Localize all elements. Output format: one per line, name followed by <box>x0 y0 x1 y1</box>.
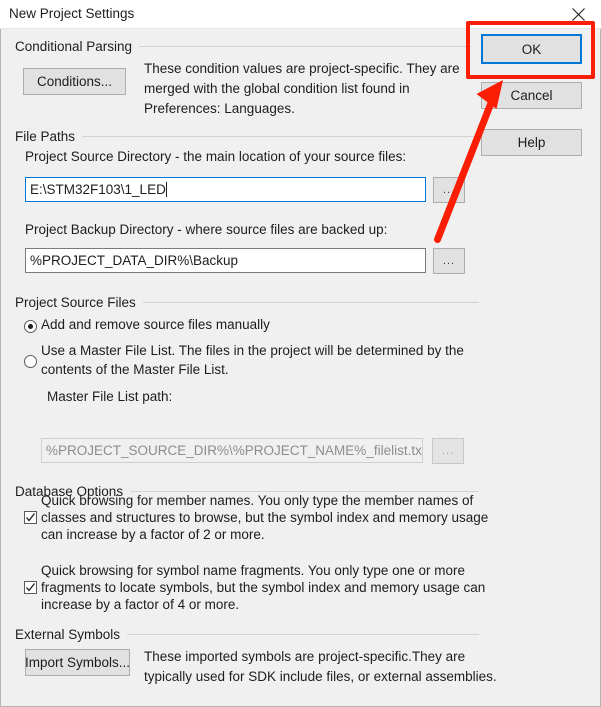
conditions-button[interactable]: Conditions... <box>23 68 126 95</box>
checkbox-name-fragments-line2: fragments to locate symbols, but the sym… <box>41 580 486 595</box>
project-backup-directory-value: %PROJECT_DATA_DIR%\Backup <box>30 253 239 268</box>
help-button[interactable]: Help <box>481 129 582 156</box>
group-external-symbols: External Symbols <box>15 626 479 642</box>
group-title-file-paths: File Paths <box>15 128 76 144</box>
conditional-parsing-description-line1: These condition values are project-speci… <box>144 61 460 76</box>
ok-button[interactable]: OK <box>481 34 582 64</box>
close-icon[interactable] <box>556 0 601 28</box>
radio-use-master-file-list-label-line1: Use a Master File List. The files in the… <box>41 343 464 358</box>
radio-add-remove-manually-label: Add and remove source files manually <box>41 317 270 332</box>
checkbox-member-names-line1: Quick browsing for member names. You onl… <box>41 493 474 508</box>
checkbox-member-names-line3: can increase by a factor of 2 or more. <box>41 527 265 542</box>
title-bar: New Project Settings <box>0 0 601 29</box>
group-rule <box>130 490 479 492</box>
window-title: New Project Settings <box>9 6 135 21</box>
conditional-parsing-description-line3: Preferences: Languages. <box>144 101 295 116</box>
new-project-settings-dialog: New Project Settings OK Cancel Help Cond… <box>0 0 601 707</box>
group-rule <box>139 45 471 47</box>
group-rule <box>82 135 479 137</box>
group-project-source-files: Project Source Files <box>15 294 479 310</box>
text-caret <box>165 182 167 197</box>
project-source-directory-label: Project Source Directory - the main loca… <box>25 149 407 164</box>
group-rule <box>142 301 479 303</box>
radio-use-master-file-list[interactable] <box>24 355 37 368</box>
external-symbols-description-line1: These imported symbols are project-speci… <box>144 649 466 664</box>
dialog-body: OK Cancel Help Conditional Parsing Condi… <box>0 29 601 707</box>
project-source-directory-input[interactable]: E:\STM32F103\1_LED <box>25 177 426 202</box>
project-source-directory-browse-button[interactable]: ... <box>433 177 465 203</box>
checkbox-name-fragments-line3: increase by a factor of 4 or more. <box>41 597 240 612</box>
project-source-directory-value: E:\STM32F103\1_LED <box>30 182 166 197</box>
radio-add-remove-manually[interactable] <box>24 320 37 333</box>
checkbox-name-fragments-line1: Quick browsing for symbol name fragments… <box>41 563 465 578</box>
group-title-external-symbols: External Symbols <box>15 626 121 642</box>
project-backup-directory-label: Project Backup Directory - where source … <box>25 222 388 237</box>
conditional-parsing-description-line2: merged with the global condition list fo… <box>144 81 410 96</box>
cancel-button[interactable]: Cancel <box>481 82 582 109</box>
master-file-list-path-input[interactable]: %PROJECT_SOURCE_DIR%\%PROJECT_NAME%_file… <box>41 438 423 463</box>
master-file-list-path-label: Master File List path: <box>47 389 173 404</box>
group-title-project-source-files: Project Source Files <box>15 294 136 310</box>
import-symbols-button[interactable]: Import Symbols... <box>25 649 130 676</box>
master-file-list-path-value: %PROJECT_SOURCE_DIR%\%PROJECT_NAME%_file… <box>46 443 423 458</box>
project-backup-directory-browse-button[interactable]: ... <box>433 248 465 274</box>
project-backup-directory-input[interactable]: %PROJECT_DATA_DIR%\Backup <box>25 248 426 273</box>
radio-use-master-file-list-label-line2: contents of the Master File List. <box>41 362 229 377</box>
master-file-list-path-browse-button[interactable]: ... <box>432 438 464 464</box>
group-conditional-parsing: Conditional Parsing <box>15 38 471 54</box>
external-symbols-description-line2: typically used for SDK include files, or… <box>144 669 497 684</box>
checkbox-member-names-line2: classes and structures to browse, but th… <box>41 510 489 525</box>
checkbox-quick-browsing-name-fragments[interactable] <box>24 581 37 594</box>
group-title-conditional-parsing: Conditional Parsing <box>15 38 133 54</box>
group-rule <box>127 633 479 635</box>
group-file-paths: File Paths <box>15 128 479 144</box>
checkbox-quick-browsing-member-names[interactable] <box>24 511 37 524</box>
